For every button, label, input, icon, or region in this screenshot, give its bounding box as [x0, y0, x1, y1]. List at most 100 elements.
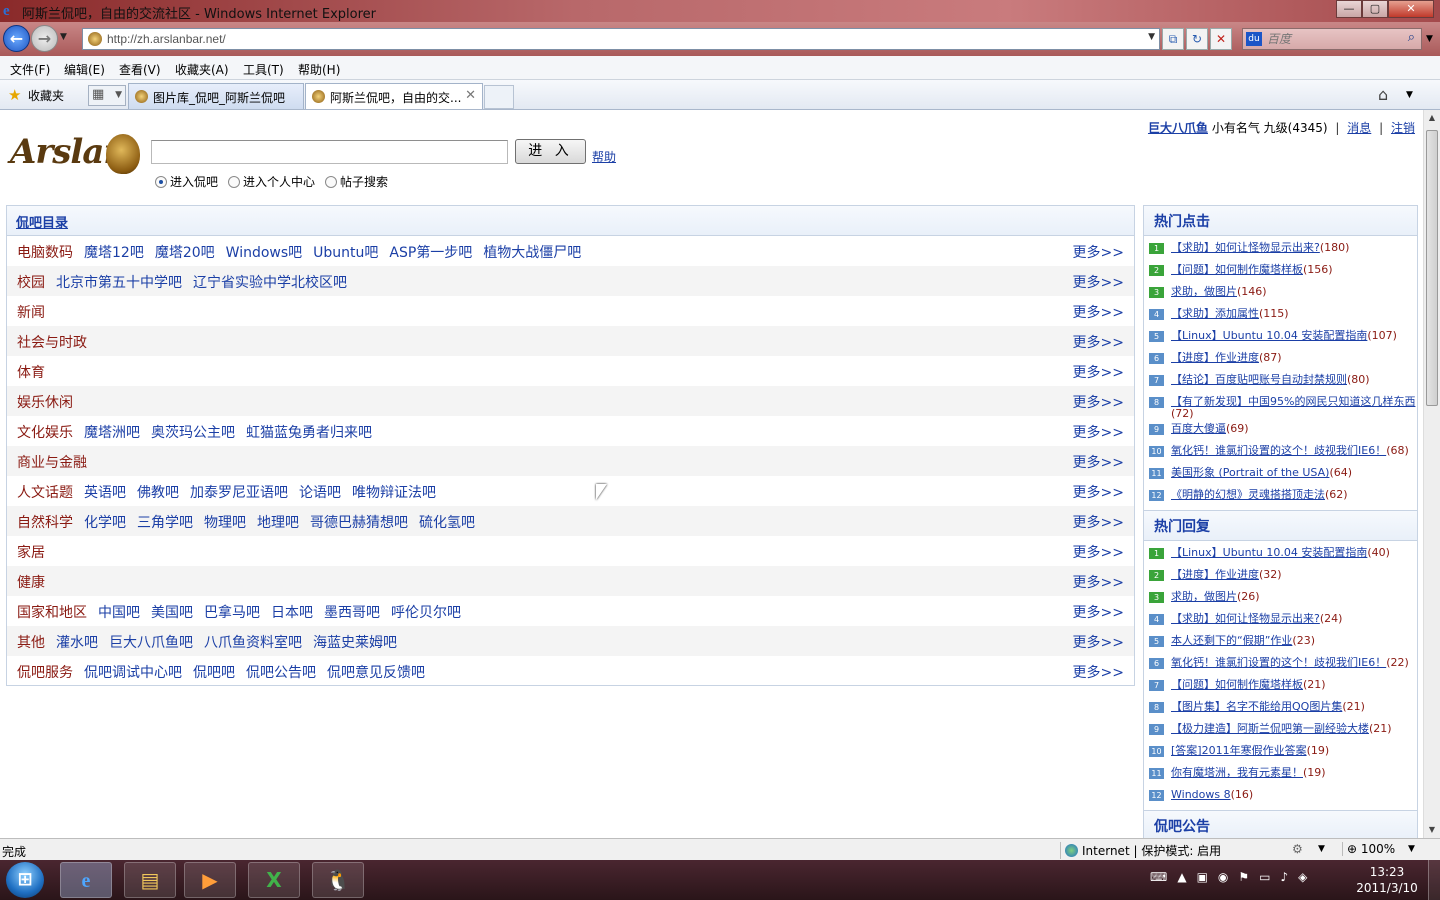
topic-link[interactable]: 百度大傻逼: [1171, 422, 1226, 435]
home-dropdown-icon[interactable]: ▼: [1406, 90, 1413, 100]
security-zone[interactable]: Internet | 保护模式: 启用: [1060, 842, 1221, 859]
menu-tools[interactable]: 工具(T): [243, 61, 284, 78]
category-link[interactable]: 校园: [17, 275, 45, 291]
forward-button[interactable]: →: [31, 25, 58, 52]
category-link[interactable]: 文化娱乐: [17, 425, 73, 441]
bar-link[interactable]: 地理吧: [257, 515, 299, 531]
topic-link[interactable]: 【问题】如何制作魔塔样板: [1171, 678, 1303, 691]
topic-link[interactable]: 【图片集】名字不能给用QQ图片集: [1171, 700, 1342, 713]
taskbar-excel[interactable]: X: [248, 862, 300, 898]
more-link[interactable]: 更多>>: [1073, 422, 1124, 442]
compatibility-view-icon[interactable]: ⧉: [1162, 28, 1184, 50]
show-hidden-icons-icon[interactable]: ▲: [1177, 870, 1186, 884]
bar-link[interactable]: 英语吧: [84, 485, 126, 501]
radio-post-search[interactable]: 帖子搜索: [325, 173, 388, 190]
tab-picture-library[interactable]: 图片库_侃吧_阿斯兰侃吧: [128, 83, 304, 109]
topic-link[interactable]: 《明静的幻想》灵魂搭搭顶走法: [1171, 488, 1325, 501]
category-link[interactable]: 自然科学: [17, 515, 73, 531]
messages-link[interactable]: 消息: [1347, 121, 1371, 135]
category-link[interactable]: 社会与时政: [17, 335, 87, 351]
close-button[interactable]: ✕: [1388, 0, 1434, 18]
more-link[interactable]: 更多>>: [1073, 482, 1124, 502]
taskbar-internet-explorer[interactable]: e: [60, 862, 112, 898]
bar-link[interactable]: 中国吧: [98, 605, 140, 621]
menu-help[interactable]: 帮助(H): [298, 61, 340, 78]
menu-edit[interactable]: 编辑(E): [64, 61, 105, 78]
stop-icon[interactable]: ✕: [1210, 28, 1232, 50]
protected-mode-dropdown-icon[interactable]: ▼: [1318, 844, 1325, 854]
topic-link[interactable]: 【Linux】Ubuntu 10.04 安装配置指南: [1171, 546, 1367, 559]
bar-link[interactable]: 硫化氢吧: [419, 515, 475, 531]
topic-link[interactable]: 美国形象 (Portrait of the USA): [1171, 466, 1329, 479]
radio-personal-center[interactable]: 进入个人中心: [228, 173, 315, 190]
username-link[interactable]: 巨大八爪鱼: [1148, 121, 1208, 135]
more-link[interactable]: 更多>>: [1073, 542, 1124, 562]
more-link[interactable]: 更多>>: [1073, 392, 1124, 412]
address-dropdown-icon[interactable]: ▼: [1148, 32, 1155, 42]
bar-link[interactable]: 佛教吧: [137, 485, 179, 501]
bar-link[interactable]: 唯物辩证法吧: [352, 485, 436, 501]
topic-link[interactable]: 氧化钙！谁氯扪设置的这个！歧视我们IE6！: [1171, 656, 1386, 669]
topic-link[interactable]: 【求助】如何让怪物显示出来?: [1171, 612, 1320, 625]
start-button[interactable]: ⊞: [6, 862, 44, 898]
category-link[interactable]: 电脑数码: [17, 245, 73, 261]
bar-link[interactable]: 植物大战僵尸吧: [483, 245, 581, 261]
directory-title-link[interactable]: 侃吧目录: [16, 216, 68, 231]
bar-link[interactable]: 魔塔20吧: [155, 245, 215, 261]
bar-link[interactable]: 物理吧: [204, 515, 246, 531]
menu-favorites[interactable]: 收藏夹(A): [175, 61, 229, 78]
topic-link[interactable]: 【Linux】Ubuntu 10.04 安装配置指南: [1171, 329, 1367, 342]
taskbar-media-player[interactable]: ▶: [184, 862, 236, 898]
tray-qq-icon[interactable]: ◉: [1218, 870, 1228, 884]
taskbar-qq[interactable]: 🐧: [312, 862, 364, 898]
more-link[interactable]: 更多>>: [1073, 302, 1124, 322]
more-link[interactable]: 更多>>: [1073, 602, 1124, 622]
bar-link[interactable]: 侃吧公告吧: [246, 665, 316, 681]
favorites-button[interactable]: 收藏夹: [28, 87, 64, 104]
topic-link[interactable]: Windows 8: [1171, 788, 1231, 801]
category-link[interactable]: 商业与金融: [17, 455, 87, 471]
bar-link[interactable]: 侃吧吧: [193, 665, 235, 681]
more-link[interactable]: 更多>>: [1073, 512, 1124, 532]
bar-search-input[interactable]: [151, 140, 508, 164]
help-link[interactable]: 帮助: [592, 148, 616, 165]
bar-link[interactable]: 海蓝史莱姆吧: [313, 635, 397, 651]
topic-link[interactable]: 求助，做图片: [1171, 590, 1237, 603]
scroll-down-icon[interactable]: ▼: [1424, 822, 1440, 838]
bar-link[interactable]: 虹猫蓝兔勇者归来吧: [246, 425, 372, 441]
bar-link[interactable]: 美国吧: [151, 605, 193, 621]
tray-tool-icon[interactable]: ◈: [1298, 870, 1307, 884]
topic-link[interactable]: 【求助】如何让怪物显示出来?: [1171, 241, 1320, 254]
bar-link[interactable]: 论语吧: [299, 485, 341, 501]
back-button[interactable]: ←: [3, 25, 30, 52]
logout-link[interactable]: 注销: [1391, 121, 1415, 135]
category-link[interactable]: 新闻: [17, 305, 45, 321]
category-link[interactable]: 健康: [17, 575, 45, 591]
minimize-button[interactable]: —: [1336, 0, 1362, 18]
refresh-icon[interactable]: ↻: [1186, 28, 1208, 50]
tab-arslanbar-home[interactable]: 阿斯兰侃吧，自由的交... ✕: [305, 83, 483, 109]
more-link[interactable]: 更多>>: [1073, 272, 1124, 292]
bar-link[interactable]: 三角学吧: [137, 515, 193, 531]
quick-tabs-button[interactable]: ▦ ▼: [88, 85, 126, 106]
category-link[interactable]: 家居: [17, 545, 45, 561]
web-search-input[interactable]: [1267, 31, 1397, 47]
zoom-dropdown-icon[interactable]: ▼: [1408, 844, 1415, 854]
more-link[interactable]: 更多>>: [1073, 662, 1124, 682]
address-url[interactable]: http://zh.arslanbar.net/: [107, 32, 226, 46]
zoom-level[interactable]: ⊕ 100%: [1342, 842, 1395, 856]
recent-pages-dropdown-icon[interactable]: ▼: [60, 32, 67, 42]
tray-app-icon[interactable]: ▣: [1197, 870, 1208, 884]
bar-link[interactable]: 化学吧: [84, 515, 126, 531]
favorites-star-icon[interactable]: ★: [8, 86, 21, 104]
radio-enter-bar[interactable]: 进入侃吧: [155, 173, 218, 190]
bar-link[interactable]: 巨大八爪鱼吧: [109, 635, 193, 651]
address-bar[interactable]: http://zh.arslanbar.net/ ▼: [82, 28, 1160, 50]
more-link[interactable]: 更多>>: [1073, 572, 1124, 592]
topic-link[interactable]: 求助，做图片: [1171, 285, 1237, 298]
network-icon[interactable]: ▭: [1259, 870, 1270, 884]
protected-mode-icon[interactable]: ⚙: [1292, 842, 1303, 856]
bar-link[interactable]: 侃吧意见反馈吧: [327, 665, 425, 681]
scroll-up-icon[interactable]: ▲: [1424, 110, 1440, 126]
page-scrollbar[interactable]: ▲ ▼: [1423, 110, 1440, 838]
